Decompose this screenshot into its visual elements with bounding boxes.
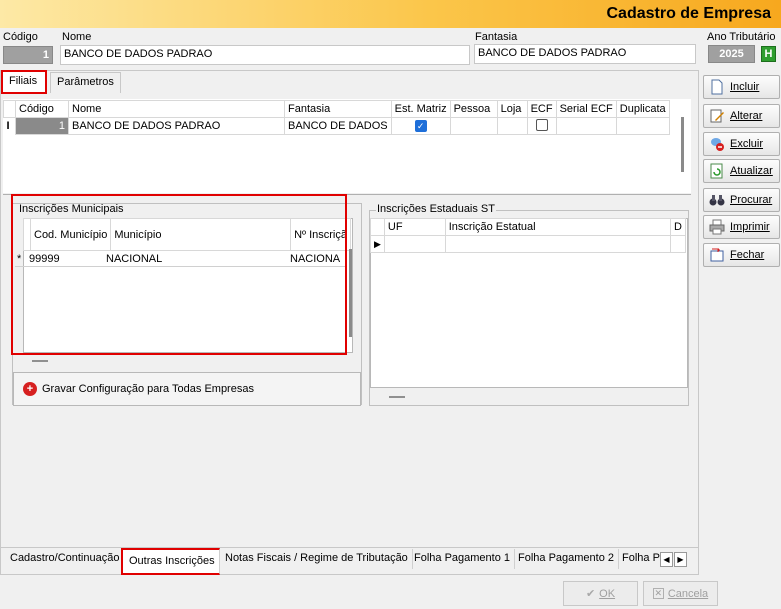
imprimir-button[interactable]: Imprimir xyxy=(703,215,780,239)
cell-fantasia[interactable]: BANCO DE DADOS xyxy=(284,117,392,135)
binoculars-icon xyxy=(709,192,725,208)
tab-scroll-right-icon[interactable]: ▶ xyxy=(674,552,687,567)
cell-nome[interactable]: BANCO DE DADOS PADRAO xyxy=(68,117,285,135)
atualizar-label: Atualizar xyxy=(730,165,773,177)
ano-history-button[interactable]: H xyxy=(761,46,776,62)
tab-filiais-label: Filiais xyxy=(9,75,38,87)
col-fantasia[interactable]: Fantasia xyxy=(284,100,392,118)
municipais-highlight xyxy=(11,194,347,355)
fantasia-label: Fantasia xyxy=(475,31,518,43)
excluir-label: Excluir xyxy=(730,138,764,150)
tab-filiais[interactable]: Filiais xyxy=(1,70,47,94)
tab-folha-pagamento-2[interactable]: Folha Pagamento 2 xyxy=(514,549,620,569)
municipais-grip[interactable] xyxy=(32,360,48,362)
col-duplicata[interactable]: Duplicata xyxy=(615,100,670,118)
col-est-matriz[interactable]: Est. Matriz xyxy=(390,100,451,118)
codigo-field[interactable]: 1 xyxy=(3,46,53,64)
row-edit-indicator: I xyxy=(6,120,10,133)
cell-d[interactable] xyxy=(670,235,686,253)
tab-parametros[interactable]: Parâmetros xyxy=(50,72,121,93)
col-ecf[interactable]: ECF xyxy=(526,100,557,118)
tab-cadastro-continuacao[interactable]: Cadastro/Continuação xyxy=(6,549,125,569)
cell-loja[interactable] xyxy=(496,117,528,135)
cell-duplicata[interactable] xyxy=(615,117,670,135)
fechar-label: Fechar xyxy=(730,249,765,261)
cell-codigo[interactable]: 1 xyxy=(15,117,69,135)
tab-notas-fiscais[interactable]: Notas Fiscais / Regime de Tributação xyxy=(221,549,413,569)
est-matriz-checkbox[interactable]: ✓ xyxy=(414,120,427,132)
col-pessoa[interactable]: Pessoa xyxy=(449,100,498,118)
imprimir-label: Imprimir xyxy=(730,221,770,233)
tab-outras-inscricoes[interactable]: Outras Inscrições xyxy=(121,548,220,575)
estaduais-indicator-header xyxy=(370,218,385,236)
cell-inscricao-estadual[interactable] xyxy=(444,235,672,253)
estaduais-grid[interactable]: UF Inscrição Estatual D ▶ xyxy=(370,218,688,388)
cell-est-matriz[interactable]: ✓ xyxy=(390,117,451,135)
add-circle-icon: + xyxy=(23,382,37,396)
ano-tributario-field[interactable]: 2025 xyxy=(708,45,755,63)
bottom-tabs-line xyxy=(0,547,699,548)
current-row-arrow-icon: ▶ xyxy=(370,235,385,253)
cancela-label: Cancela xyxy=(667,587,709,600)
col-serial-ecf[interactable]: Serial ECF xyxy=(555,100,617,118)
filiais-grid[interactable]: Código Nome Fantasia Est. Matriz Pessoa … xyxy=(3,99,691,193)
ok-label: OK xyxy=(599,587,616,600)
col-d[interactable]: D xyxy=(670,218,686,236)
tab-scroll-left-icon[interactable]: ◀ xyxy=(660,552,673,567)
cell-ecf[interactable] xyxy=(526,117,557,135)
window-title: Cadastro de Empresa xyxy=(606,5,771,22)
fantasia-field[interactable]: BANCO DE DADOS PADRAO xyxy=(474,44,696,64)
edit-icon xyxy=(709,108,725,124)
printer-icon xyxy=(709,219,725,235)
procurar-button[interactable]: Procurar xyxy=(703,188,780,212)
estaduais-title: Inscrições Estaduais ST xyxy=(376,203,496,215)
alterar-label: Alterar xyxy=(730,110,763,122)
col-inscricao-estadual[interactable]: Inscrição Estatual xyxy=(444,218,672,236)
codigo-label: Código xyxy=(3,31,38,43)
exit-icon xyxy=(709,247,725,263)
tab-folha-p[interactable]: Folha P xyxy=(618,549,660,569)
filiais-scrollbar[interactable] xyxy=(681,117,684,172)
delete-icon xyxy=(709,136,725,152)
check-icon: ✔ xyxy=(585,588,596,600)
refresh-icon xyxy=(709,163,725,179)
col-codigo[interactable]: Código xyxy=(15,100,69,118)
cell-uf[interactable] xyxy=(383,235,446,253)
col-uf[interactable]: UF xyxy=(383,218,446,236)
ano-tributario-label: Ano Tributário xyxy=(707,31,776,43)
cell-serial-ecf[interactable] xyxy=(555,117,617,135)
table-row[interactable]: ▶ xyxy=(370,235,686,253)
fechar-button[interactable]: Fechar xyxy=(703,243,780,267)
incluir-label: Incluir xyxy=(730,81,760,93)
estaduais-grip[interactable] xyxy=(389,396,405,398)
excluir-button[interactable]: Excluir xyxy=(703,132,780,156)
gravar-config-label: Gravar Configuração para Todas Empresas xyxy=(42,383,254,395)
ecf-checkbox[interactable] xyxy=(535,118,548,131)
title-bar: Cadastro de Empresa xyxy=(0,0,781,28)
col-loja[interactable]: Loja xyxy=(496,100,528,118)
atualizar-button[interactable]: Atualizar xyxy=(703,159,780,183)
grid-indicator-header xyxy=(3,100,16,118)
alterar-button[interactable]: Alterar xyxy=(703,104,780,128)
procurar-label: Procurar xyxy=(730,194,773,206)
col-nome[interactable]: Nome xyxy=(68,100,285,118)
ok-button[interactable]: ✔ OK xyxy=(563,581,638,606)
tab-parametros-label: Parâmetros xyxy=(57,76,114,88)
nome-label: Nome xyxy=(62,31,92,43)
incluir-button[interactable]: Incluir xyxy=(703,75,780,99)
cancel-x-icon: ✕ xyxy=(652,588,664,599)
document-icon xyxy=(709,79,725,95)
cancela-button[interactable]: ✕ Cancela xyxy=(643,581,718,606)
tab-folha-pagamento-1[interactable]: Folha Pagamento 1 xyxy=(410,549,516,569)
table-row[interactable]: I 1 BANCO DE DADOS PADRAO BANCO DE DADOS… xyxy=(4,117,670,135)
gravar-config-button[interactable]: + Gravar Configuração para Todas Empresa… xyxy=(13,372,361,406)
cell-pessoa[interactable] xyxy=(449,117,498,135)
nome-field[interactable]: BANCO DE DADOS PADRAO xyxy=(60,45,470,65)
